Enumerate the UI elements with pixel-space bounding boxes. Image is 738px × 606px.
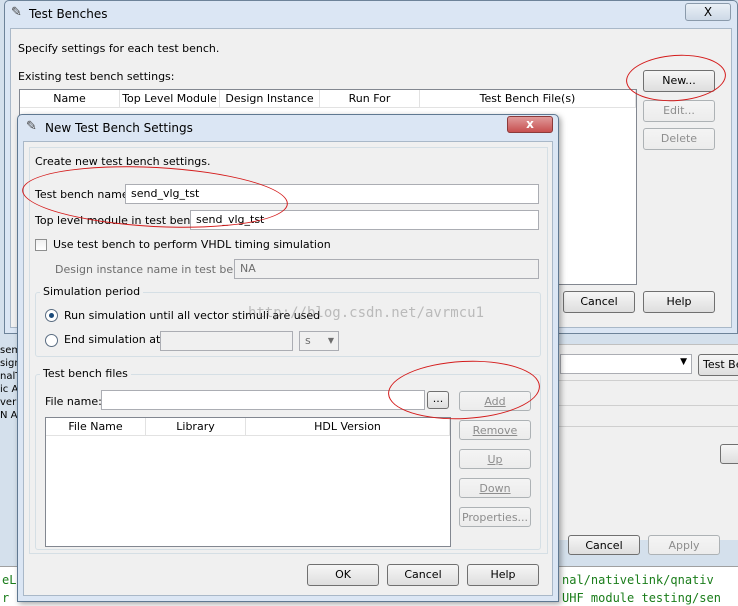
edit-icon: ✎ <box>26 119 37 134</box>
close-button[interactable]: X <box>685 3 731 21</box>
existing-label: Existing test bench settings: <box>18 70 175 83</box>
background-separator <box>558 405 738 406</box>
edit-button[interactable]: Edit... <box>643 100 715 122</box>
vhdl-timing-label[interactable]: Use test bench to perform VHDL timing si… <box>53 238 331 251</box>
watermark: http://blog.csdn.net/avrmcu1 <box>248 305 485 321</box>
background-cancel-button[interactable]: Cancel <box>568 535 640 555</box>
table-header: Name Top Level Module Design Instance Ru… <box>20 90 636 108</box>
description: Specify settings for each test bench. <box>18 42 220 55</box>
file-table[interactable]: File Name Library HDL Version <box>45 417 451 547</box>
background-combo[interactable]: ▼ <box>560 354 692 374</box>
file-name-input[interactable] <box>101 390 425 410</box>
background-separator <box>558 426 738 427</box>
end-time-input[interactable] <box>160 331 293 351</box>
test-bench-button-bg[interactable]: Test Be <box>698 354 738 376</box>
cancel-button[interactable]: Cancel <box>563 291 635 313</box>
background-separator <box>558 380 738 381</box>
end-at-label[interactable]: End simulation at: <box>64 333 164 346</box>
cancel-button[interactable]: Cancel <box>387 564 459 586</box>
run-all-radio[interactable] <box>45 309 58 322</box>
properties-button[interactable]: Properties... <box>459 507 531 527</box>
design-instance-label: Design instance name in test bench: <box>55 263 257 276</box>
down-button[interactable]: Down <box>459 478 531 498</box>
close-icon: x <box>526 117 534 131</box>
column-header[interactable]: Name <box>20 90 120 108</box>
time-unit-select[interactable]: s ▼ <box>299 331 339 351</box>
dialog-title: Test Benches <box>29 7 108 21</box>
column-header[interactable]: Design Instance <box>220 90 320 108</box>
column-header[interactable]: Test Bench File(s) <box>420 90 636 108</box>
column-header[interactable]: File Name <box>46 418 146 436</box>
design-instance-input[interactable]: NA <box>234 259 539 279</box>
edit-icon: ✎ <box>11 5 22 20</box>
table-header: File Name Library HDL Version <box>46 418 450 436</box>
chevron-down-icon: ▼ <box>680 357 687 367</box>
remove-button[interactable]: Remove <box>459 420 531 440</box>
test-bench-files-label: Test bench files <box>40 367 131 380</box>
help-button[interactable]: Help <box>467 564 539 586</box>
help-button[interactable]: Help <box>643 291 715 313</box>
vhdl-timing-checkbox[interactable] <box>35 239 47 251</box>
close-icon: X <box>703 5 713 19</box>
ok-button[interactable]: OK <box>307 564 379 586</box>
chevron-down-icon: ▼ <box>327 336 334 345</box>
background-small-button[interactable] <box>720 444 738 464</box>
column-header[interactable]: HDL Version <box>246 418 450 436</box>
close-button[interactable]: x <box>507 116 553 133</box>
end-at-radio[interactable] <box>45 334 58 347</box>
background-apply-button[interactable]: Apply <box>648 535 720 555</box>
up-button[interactable]: Up <box>459 449 531 469</box>
delete-button[interactable]: Delete <box>643 128 715 150</box>
column-header[interactable]: Top Level Module <box>120 90 220 108</box>
dialog-title: New Test Bench Settings <box>45 121 193 135</box>
column-header[interactable]: Library <box>146 418 246 436</box>
file-name-label: File name: <box>45 395 102 408</box>
simulation-period-label: Simulation period <box>40 285 144 298</box>
column-header[interactable]: Run For <box>320 90 420 108</box>
